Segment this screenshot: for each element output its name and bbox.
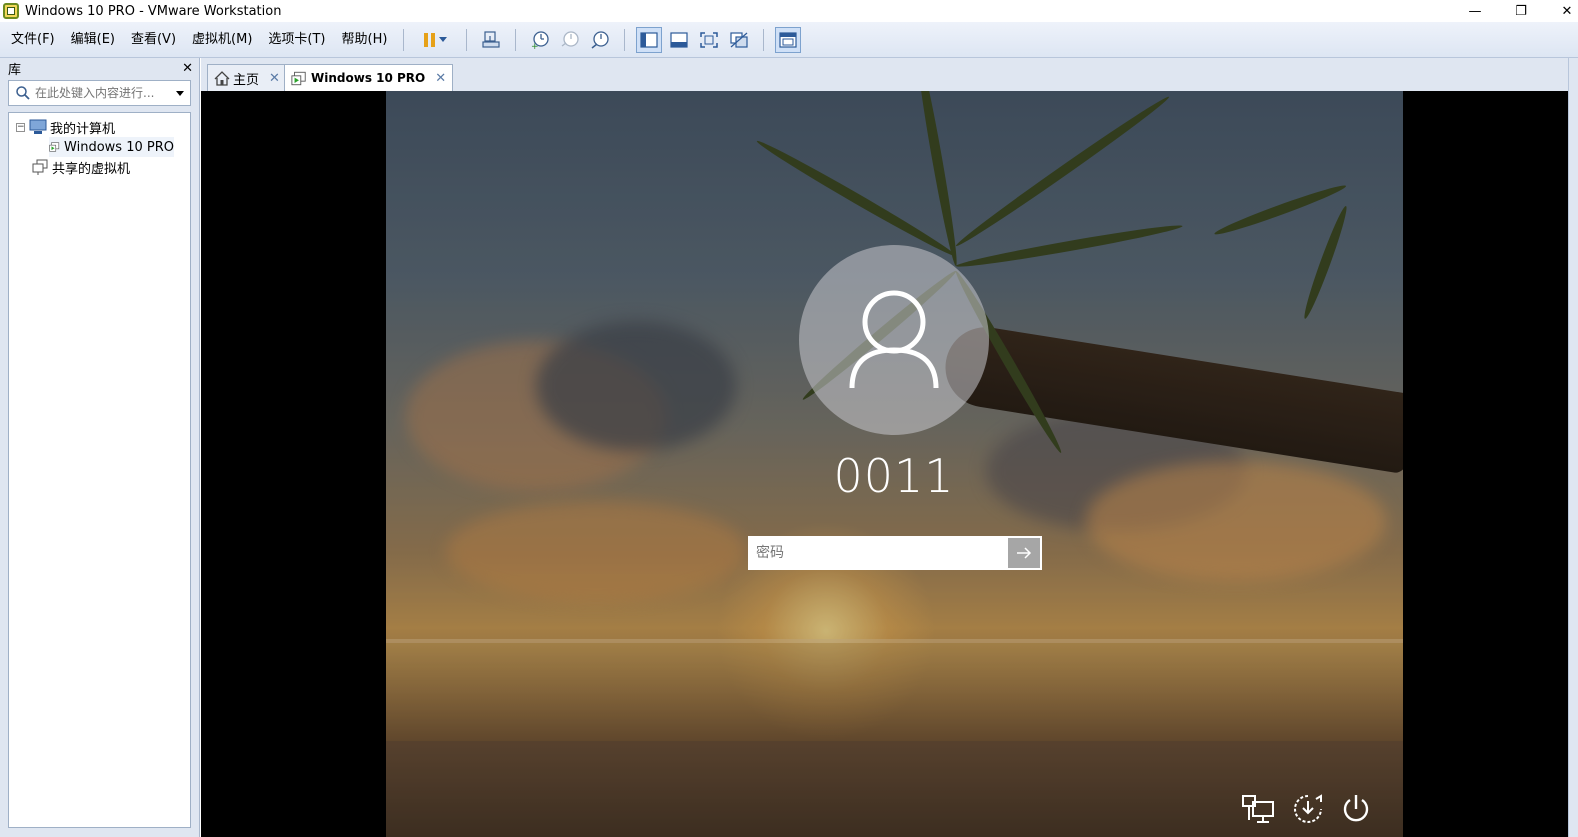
window-title: Windows 10 PRO - VMware Workstation: [25, 3, 282, 19]
menu-toolbar: 文件(F) 编辑(E) 查看(V) 虚拟机(M) 选项卡(T) 帮助(H) +: [0, 22, 1578, 58]
library-close-button[interactable]: ✕: [182, 61, 193, 76]
library-tree: − 我的计算机 Windows 10 PRO 共享的虚拟机: [8, 112, 191, 828]
send-ctrl-alt-del-button[interactable]: [478, 27, 504, 53]
tab-home[interactable]: 主页 ✕: [207, 64, 287, 91]
tab-vm-close-button[interactable]: ✕: [435, 71, 446, 86]
toolbar-separator: [763, 28, 765, 51]
snapshot-manager-button[interactable]: [587, 27, 613, 53]
pause-button[interactable]: [415, 27, 455, 53]
collapse-toggle-icon[interactable]: −: [16, 122, 25, 132]
snapshot-button[interactable]: +: [527, 27, 553, 53]
menu-help[interactable]: 帮助(H): [335, 28, 395, 52]
vm-running-icon: [49, 142, 60, 152]
tab-vm-label: Windows 10 PRO: [311, 71, 426, 85]
keyboard-icon: [482, 30, 501, 48]
library-title: 库: [8, 62, 22, 78]
ease-of-access-button[interactable]: [1288, 789, 1328, 829]
minimize-button[interactable]: —: [1452, 0, 1498, 22]
tab-strip: 主页 ✕ Windows 10 PRO ✕: [201, 58, 1578, 91]
tab-windows-10-pro[interactable]: Windows 10 PRO ✕: [284, 64, 454, 91]
library-panel-icon: [640, 31, 659, 48]
thumbnail-bar-icon: [670, 31, 689, 48]
console-view-icon: [779, 31, 798, 48]
unity-icon: [730, 31, 749, 48]
tree-item-shared-vms[interactable]: 共享的虚拟机: [31, 157, 130, 177]
network-button[interactable]: [1238, 789, 1278, 829]
console-view-button[interactable]: [775, 26, 802, 53]
full-screen-button[interactable]: [696, 27, 722, 53]
tab-home-label: 主页: [233, 72, 260, 88]
home-icon: [214, 70, 230, 86]
tree-item-windows-10-pro[interactable]: Windows 10 PRO: [49, 137, 174, 157]
user-avatar: [799, 245, 989, 435]
user-icon: [849, 290, 939, 389]
arrow-right-icon: [1017, 547, 1032, 559]
revert-snapshot-button[interactable]: [557, 27, 583, 53]
menu-tabs[interactable]: 选项卡(T): [261, 28, 332, 52]
vmware-logo-icon: [3, 3, 19, 19]
menu-vm[interactable]: 虚拟机(M): [185, 28, 259, 52]
power-icon: [1343, 795, 1369, 822]
fullscreen-icon: [700, 31, 719, 48]
network-icon: [1242, 795, 1274, 823]
password-input[interactable]: [750, 538, 1008, 568]
toolbar-separator: [403, 28, 405, 51]
toolbar-separator: [466, 28, 468, 51]
library-panel: 库 ✕ − 我的计算机 Windows 10 PRO: [0, 58, 200, 837]
toolbar-separator: [624, 28, 626, 51]
vm-running-icon: [291, 71, 306, 85]
search-dropdown-icon[interactable]: [176, 90, 184, 96]
show-library-button[interactable]: [636, 26, 663, 53]
toolbar-separator: [515, 28, 517, 51]
windows-lock-screen[interactable]: 0011: [386, 91, 1403, 837]
tree-item-my-computer[interactable]: − 我的计算机: [16, 117, 115, 137]
vm-console[interactable]: 0011: [201, 91, 1568, 837]
svg-text:+: +: [531, 42, 539, 50]
thumbnail-bar-button[interactable]: [666, 27, 692, 53]
title-bar: Windows 10 PRO - VMware Workstation — ❐ …: [0, 0, 1578, 22]
submit-button[interactable]: [1008, 538, 1040, 568]
password-box: [748, 536, 1042, 570]
menu-view[interactable]: 查看(V): [124, 28, 183, 52]
login-username: 0011: [833, 449, 955, 503]
library-search[interactable]: [8, 80, 191, 106]
pause-icon: [423, 32, 435, 47]
revert-clock-icon: [562, 30, 580, 47]
search-input[interactable]: [35, 86, 172, 100]
tree-label-vm: Windows 10 PRO: [64, 139, 174, 155]
library-header: 库 ✕: [0, 58, 199, 78]
snapshot-manager-icon: [591, 30, 610, 49]
chevron-down-icon: [438, 37, 447, 42]
unity-button[interactable]: [726, 27, 752, 53]
ease-of-access-icon: [1294, 794, 1322, 823]
tree-label-my-computer: 我的计算机: [50, 121, 116, 137]
tree-label-shared: 共享的虚拟机: [52, 161, 131, 177]
computer-icon: [29, 119, 47, 134]
shared-vm-icon: [32, 159, 48, 175]
right-edge-panel: [1568, 58, 1578, 837]
close-button[interactable]: ✕: [1544, 0, 1578, 22]
power-button[interactable]: [1336, 789, 1376, 829]
menu-edit[interactable]: 编辑(E): [64, 28, 122, 52]
snapshot-clock-icon: +: [531, 30, 550, 50]
tab-home-close-button[interactable]: ✕: [269, 71, 280, 86]
search-icon: [16, 86, 30, 100]
restore-button[interactable]: ❐: [1498, 0, 1544, 22]
menu-file[interactable]: 文件(F): [4, 28, 62, 52]
